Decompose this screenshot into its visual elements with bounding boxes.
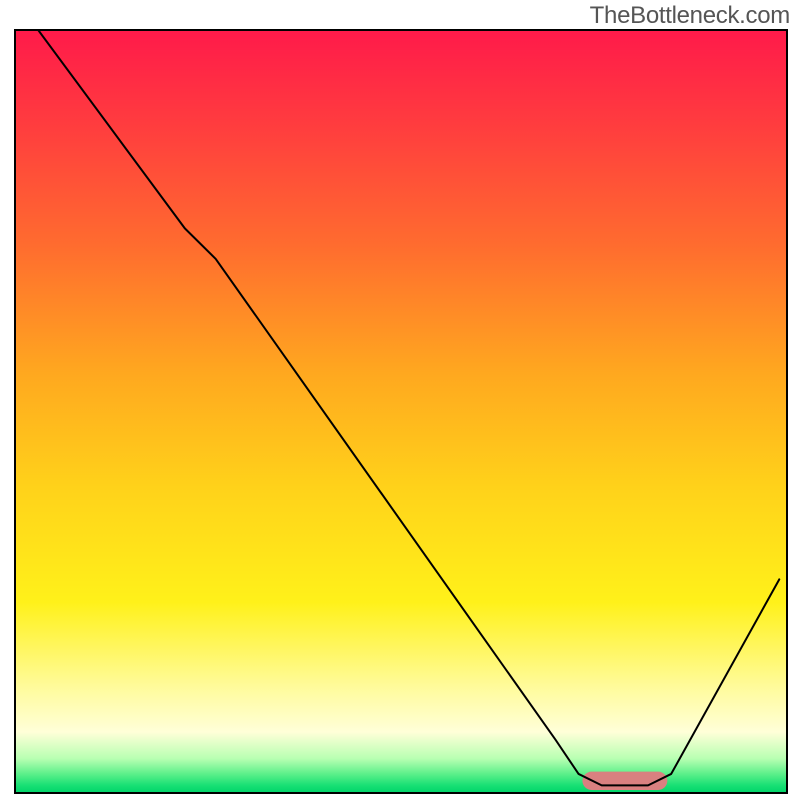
optimal-marker — [582, 772, 667, 790]
gradient-background — [15, 30, 787, 793]
watermark-text: TheBottleneck.com — [590, 2, 790, 30]
chart-container: TheBottleneck.com — [0, 0, 800, 800]
bottleneck-chart — [0, 0, 800, 800]
